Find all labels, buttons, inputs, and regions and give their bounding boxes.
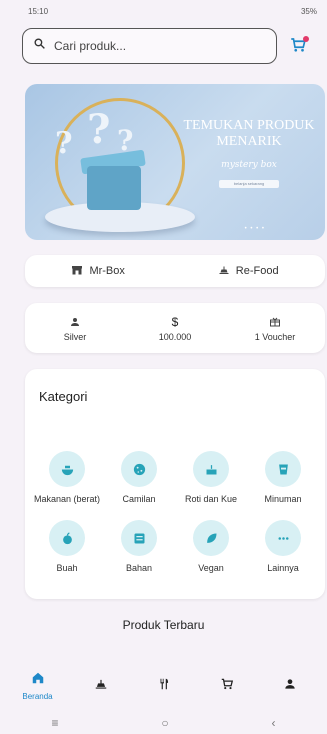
cookie-icon	[121, 451, 157, 487]
membership-stat[interactable]: Silver	[35, 315, 115, 342]
category-camilan[interactable]: Camilan	[103, 451, 175, 514]
status-battery: 35%	[300, 6, 317, 16]
home-button[interactable]: ○	[161, 716, 168, 730]
nav-beranda[interactable]: Beranda	[13, 671, 63, 701]
voucher-stat[interactable]: 1 Voucher	[235, 315, 315, 342]
promo-banner[interactable]: ? ? ? TEMUKAN PRODUK MENARIK mystery box…	[25, 84, 325, 240]
category-grid: Makanan (berat) Camilan Roti dan Kue Min…	[31, 451, 319, 583]
person-icon	[69, 315, 81, 329]
voucher-count: 1 Voucher	[254, 331, 296, 342]
nav-cart[interactable]	[202, 677, 252, 696]
question-mark-icon: ?	[55, 126, 73, 161]
membership-level: Silver	[63, 331, 87, 342]
mystery-box-image	[87, 166, 141, 210]
cup-icon	[265, 451, 301, 487]
category-lainnya[interactable]: Lainnya	[247, 520, 319, 583]
cart-icon	[289, 38, 307, 58]
category-label: Bahan	[125, 563, 153, 573]
nav-label: Beranda	[22, 692, 53, 701]
category-label: Vegan	[198, 563, 224, 573]
back-button[interactable]: ‹	[272, 716, 276, 730]
recent-apps-button[interactable]: ≡	[51, 716, 58, 730]
restaurant-icon	[157, 677, 171, 696]
category-vegan[interactable]: Vegan	[175, 520, 247, 583]
dollar-icon: $	[171, 314, 179, 329]
mode-re-food[interactable]: Re-Food	[218, 264, 279, 279]
banner-shop-button[interactable]: belanja sekarang	[219, 180, 279, 188]
store-icon	[71, 264, 89, 279]
mode-label: Mr-Box	[89, 265, 125, 277]
category-label: Lainnya	[267, 563, 299, 573]
category-card: Kategori Makanan (berat) Camilan Roti da…	[25, 369, 325, 599]
nav-store[interactable]	[76, 677, 126, 696]
category-makanan[interactable]: Makanan (berat)	[31, 451, 103, 514]
category-label: Camilan	[122, 494, 156, 504]
mode-mr-box[interactable]: Mr-Box	[71, 264, 125, 279]
bowl-icon	[49, 451, 85, 487]
food-icon	[218, 264, 236, 279]
cake-icon	[193, 451, 229, 487]
apple-icon	[49, 520, 85, 556]
bottom-navigation: Beranda	[0, 668, 327, 704]
category-title: Kategori	[39, 389, 88, 404]
balance-value: 100.000	[158, 331, 192, 342]
cart-button[interactable]	[289, 36, 309, 56]
question-mark-icon: ?	[87, 106, 111, 153]
search-row: Cari produk...	[22, 26, 312, 66]
category-bahan[interactable]: Bahan	[103, 520, 175, 583]
status-time: 15:10	[28, 6, 49, 16]
category-label: Roti dan Kue	[184, 494, 238, 504]
question-mark-icon: ?	[117, 124, 134, 157]
status-bar: 15:10 35%	[0, 0, 327, 22]
search-icon	[33, 37, 46, 55]
cart-badge	[303, 36, 309, 42]
user-stats: Silver $ 100.000 1 Voucher	[25, 303, 325, 353]
system-navigation: ≡ ○ ‹	[0, 712, 327, 734]
category-label: Makanan (berat)	[33, 494, 101, 504]
search-placeholder: Cari produk...	[54, 39, 127, 53]
more-icon	[265, 520, 301, 556]
store-icon	[94, 677, 108, 696]
balance-stat[interactable]: $ 100.000	[135, 315, 215, 342]
category-buah[interactable]: Buah	[31, 520, 103, 583]
banner-title: TEMUKAN PRODUK MENARIK	[183, 118, 315, 149]
banner-subtitle: mystery box	[221, 160, 277, 170]
search-input[interactable]: Cari produk...	[22, 28, 277, 64]
nav-profile[interactable]	[265, 677, 315, 696]
category-label: Buah	[56, 563, 78, 573]
mode-label: Re-Food	[235, 265, 279, 277]
category-label: Minuman	[264, 494, 302, 504]
mode-selector: Mr-Box Re-Food	[25, 255, 325, 287]
nav-restaurant[interactable]	[139, 677, 189, 696]
category-minuman[interactable]: Minuman	[247, 451, 319, 514]
ingredients-icon	[121, 520, 157, 556]
leaf-icon	[193, 520, 229, 556]
cart-icon	[220, 677, 234, 696]
voucher-icon	[269, 315, 281, 329]
new-products-heading: Produk Terbaru	[122, 618, 205, 632]
banner-pagination: • • • •	[244, 226, 265, 232]
home-icon	[31, 671, 45, 690]
person-icon	[283, 677, 297, 696]
category-roti-dan-kue[interactable]: Roti dan Kue	[175, 451, 247, 514]
